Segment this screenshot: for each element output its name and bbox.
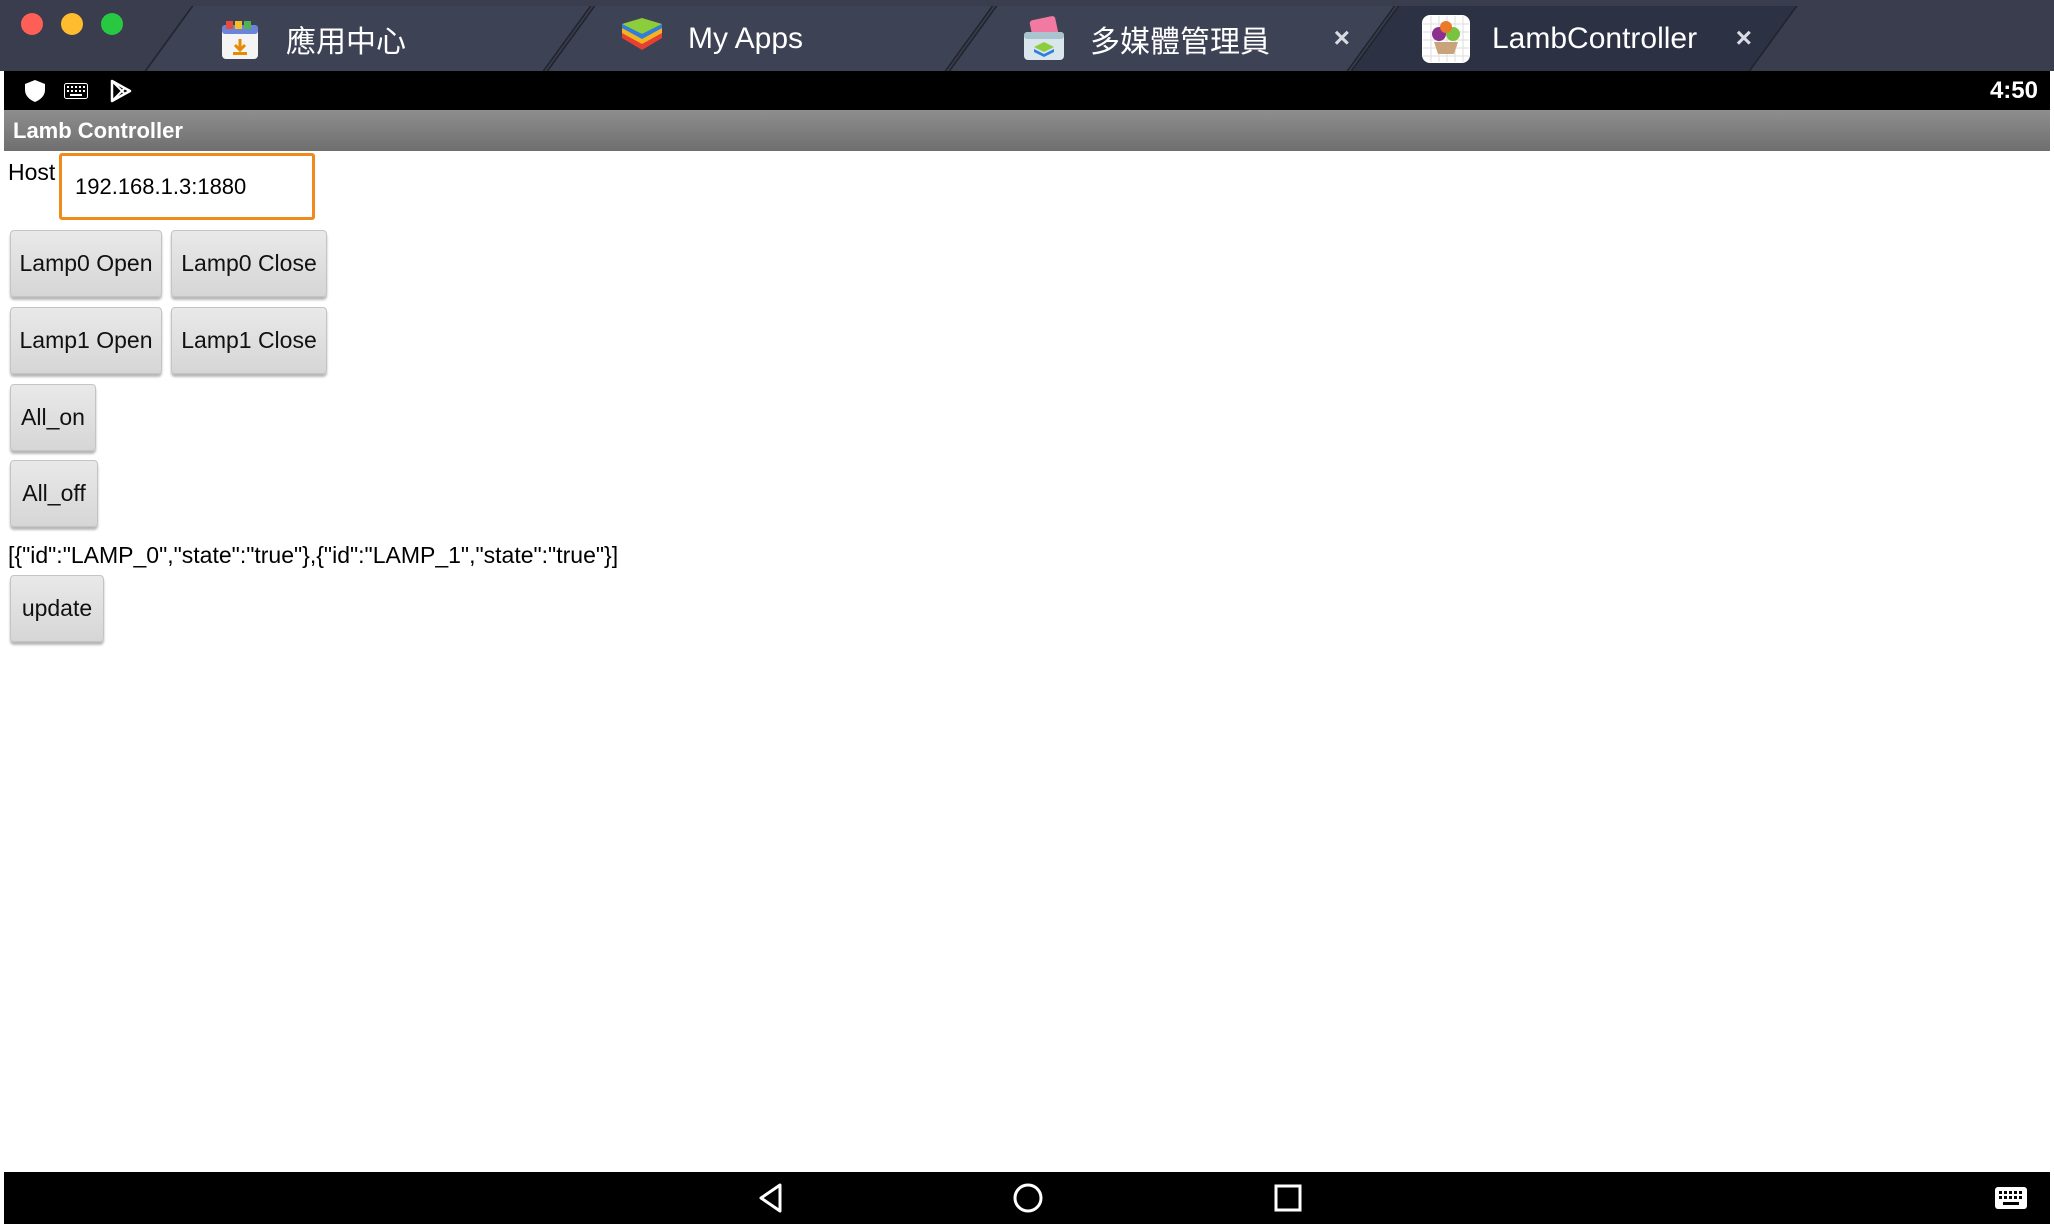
android-nav-bar [4,1172,2050,1224]
app-content: Host Lamp0 Open Lamp0 Close Lamp1 Open L… [4,151,2050,1172]
close-window-button[interactable] [21,13,43,35]
host-input[interactable] [59,153,315,220]
maximize-window-button[interactable] [101,13,123,35]
home-icon[interactable] [1010,1180,1046,1216]
media-manager-icon [1020,15,1068,63]
tab-media-manager[interactable]: 多媒體管理員 × [948,6,1396,71]
app-action-bar: Lamb Controller [4,110,2050,151]
minimize-window-button[interactable] [61,13,83,35]
tab-media-manager-label: 多媒體管理員 [1090,25,1270,59]
lamp1-close-button[interactable]: Lamp1 Close [171,307,327,374]
tab-my-apps[interactable]: My Apps [546,6,994,71]
tab-app-center[interactable]: 應用中心 [144,6,592,71]
keyboard-icon[interactable] [1994,1186,2028,1210]
tab-lamb-controller-close-icon[interactable]: × [1736,24,1752,52]
update-button[interactable]: update [10,575,104,642]
tab-my-apps-label: My Apps [688,21,804,55]
tab-app-center-label: 應用中心 [286,25,406,59]
app-center-icon [216,15,264,63]
keyboard-icon [64,83,88,99]
all-off-button[interactable]: All_off [10,460,98,527]
lamp0-open-button[interactable]: Lamp0 Open [10,230,162,297]
status-time: 4:50 [1989,77,2038,104]
recents-icon[interactable] [1270,1180,1306,1216]
bluestacks-icon [618,15,666,63]
lamb-controller-icon [1422,14,1470,63]
all-on-button[interactable]: All_on [10,384,96,451]
lamp0-close-button[interactable]: Lamp0 Close [171,230,327,297]
tab-lamb-controller-label: LambController [1492,21,1698,55]
lamp-state-text: [{"id":"LAMP_0","state":"true"},{"id":"L… [8,542,619,568]
shield-icon [25,80,45,102]
host-label: Host [8,159,56,185]
tab-lamb-controller[interactable]: LambController × [1350,6,1798,71]
android-status-bar: 4:50 [4,71,2050,110]
window-tab-bar: 應用中心 My Apps 多媒體管理員 × LambController × [0,0,2054,71]
play-store-icon [110,79,132,103]
tab-media-manager-close-icon[interactable]: × [1334,24,1350,52]
back-icon[interactable] [754,1180,790,1216]
lamp1-open-button[interactable]: Lamp1 Open [10,307,162,374]
app-title: Lamb Controller [13,118,183,143]
